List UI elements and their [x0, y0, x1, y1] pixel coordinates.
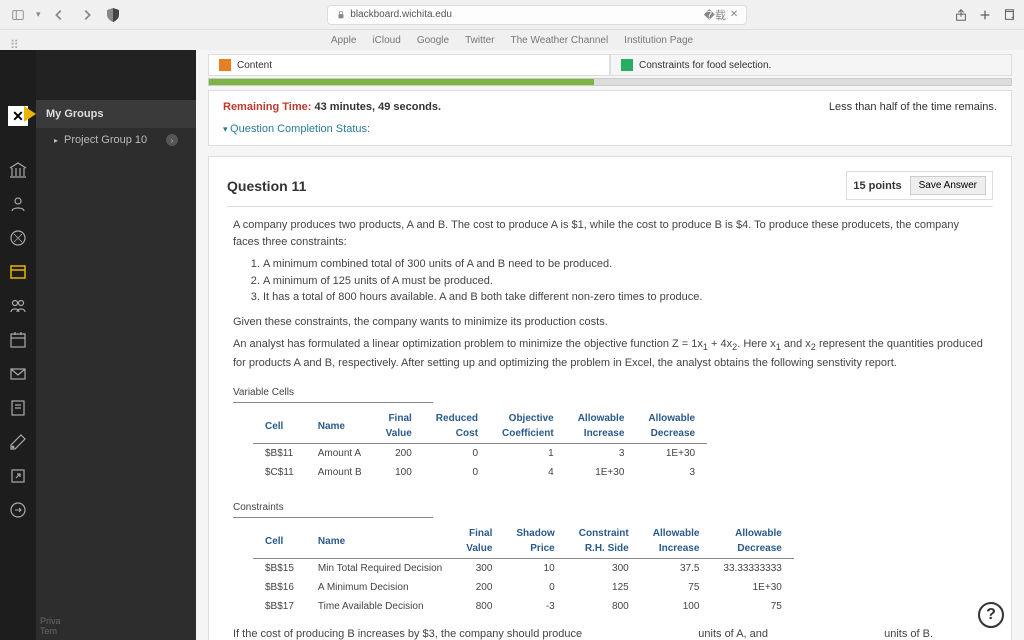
my-groups-label: My Groups — [46, 108, 103, 120]
answer-input-units-b[interactable] — [771, 628, 881, 640]
profile-icon[interactable] — [8, 194, 28, 214]
question-analyst: An analyst has formulated a linear optim… — [233, 336, 987, 371]
question-intro: A company produces two products, A and B… — [233, 217, 987, 250]
translate-icon[interactable]: �载 — [704, 7, 726, 23]
tabs-icon[interactable] — [1002, 8, 1016, 22]
project-group-label: Project Group 10 — [64, 134, 147, 146]
content-tab-icon — [219, 59, 231, 71]
forward-button[interactable] — [77, 5, 97, 25]
add-icon[interactable] — [978, 8, 992, 22]
clear-icon[interactable]: ✕ — [730, 9, 738, 20]
variable-cells-table: CellNameFinalValueReducedCostObjectiveCo… — [253, 409, 707, 482]
footer-links: Priva Tem — [40, 616, 61, 636]
tab-constraints[interactable]: Constraints for food selection. — [610, 54, 1012, 76]
chevron-right-icon[interactable]: › — [166, 134, 178, 146]
answer-input-units-a[interactable] — [585, 628, 695, 640]
question-points: 15 points — [853, 180, 901, 192]
question-completion-status[interactable]: Question Completion Status: — [223, 123, 997, 135]
bookmark-weather[interactable]: The Weather Channel — [511, 35, 609, 46]
tools-icon[interactable] — [8, 432, 28, 452]
course-nav: ✕ My Groups ▸ Project Group 10 › Priva T… — [36, 50, 196, 640]
signout-icon[interactable] — [8, 500, 28, 520]
progress-bar — [208, 78, 1012, 86]
timer-panel: Remaining Time: 43 minutes, 49 seconds. … — [208, 90, 1012, 146]
time-status: Less than half of the time remains. — [829, 101, 997, 113]
active-arrow-icon — [24, 106, 36, 122]
dropdown-chevron[interactable]: ▾ — [36, 9, 41, 20]
constraints-table: CellNameFinalValueShadowPriceConstraintR… — [253, 524, 794, 616]
constraint-3: It has a total of 800 hours available. A… — [263, 289, 987, 306]
save-answer-button[interactable]: Save Answer — [910, 176, 986, 195]
remaining-time-label: Remaining Time: — [223, 101, 311, 113]
bookmark-google[interactable]: Google — [417, 35, 449, 46]
messages-icon[interactable] — [8, 364, 28, 384]
shield-icon — [105, 7, 121, 23]
content-area: Content Constraints for food selection. … — [196, 50, 1024, 640]
constraint-2: A minimum of 125 units of A must be prod… — [263, 273, 987, 290]
constraint-1: A minimum combined total of 300 units of… — [263, 256, 987, 273]
help-button[interactable]: ? — [978, 602, 1004, 628]
institution-icon[interactable] — [8, 160, 28, 180]
remaining-time-value: 43 minutes, 49 seconds. — [315, 101, 442, 113]
question-part-1: If the cost of producing B increases by … — [233, 626, 987, 640]
variable-cells-header: Variable Cells — [233, 385, 433, 403]
bookmark-twitter[interactable]: Twitter — [465, 35, 494, 46]
url-text: blackboard.wichita.edu — [350, 9, 452, 20]
my-groups-header[interactable]: ✕ My Groups — [36, 100, 196, 128]
bookmarks-bar: Apple iCloud Google Twitter The Weather … — [0, 30, 1024, 50]
bookmark-apple[interactable]: Apple — [331, 35, 357, 46]
constraints-tab-icon — [621, 59, 633, 71]
constraints-header: Constraints — [233, 500, 433, 518]
activity-icon[interactable] — [8, 228, 28, 248]
grades-icon[interactable] — [8, 398, 28, 418]
address-bar[interactable]: blackboard.wichita.edu �载 ✕ — [327, 5, 747, 25]
back-button[interactable] — [49, 5, 69, 25]
tab-content[interactable]: Content — [208, 54, 610, 76]
bookmark-icloud[interactable]: iCloud — [372, 35, 400, 46]
question-title: Question 11 — [227, 178, 306, 194]
lock-icon — [336, 10, 346, 20]
browser-chrome: ▾ blackboard.wichita.edu �载 ✕ — [0, 0, 1024, 30]
calendar-icon[interactable] — [8, 330, 28, 350]
main-sidebar — [0, 50, 36, 640]
sidebar-toggle-icon[interactable] — [8, 5, 28, 25]
question-panel: Question 11 15 points Save Answer A comp… — [208, 156, 1012, 640]
share-icon[interactable] — [954, 8, 968, 22]
sidebar-item-project-group[interactable]: ▸ Project Group 10 › — [36, 128, 196, 152]
bookmark-institution[interactable]: Institution Page — [624, 35, 693, 46]
question-given: Given these constraints, the company wan… — [233, 314, 987, 331]
organizations-icon[interactable] — [8, 296, 28, 316]
external-icon[interactable] — [8, 466, 28, 486]
courses-icon[interactable] — [8, 262, 28, 282]
